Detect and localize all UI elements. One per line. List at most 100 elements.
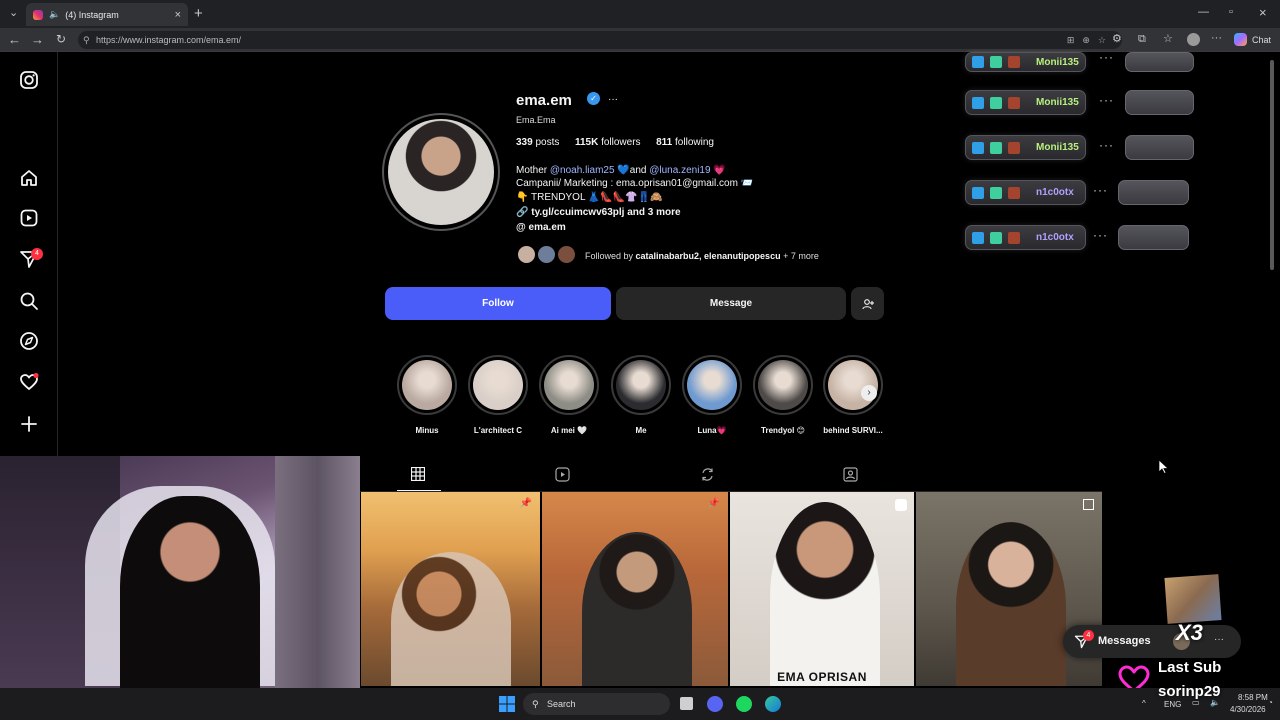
post-tile[interactable]: 📌: [542, 492, 728, 686]
highlight-item[interactable]: Ai mei 🤍: [539, 355, 599, 435]
page-scrollbar[interactable]: [1270, 60, 1274, 270]
taskbar-search-label: Search: [547, 699, 576, 709]
forward-icon[interactable]: →: [31, 33, 44, 46]
tab-reels-icon[interactable]: [555, 467, 570, 482]
bio-text: 💗: [710, 165, 726, 176]
extensions-icon[interactable]: ⚙: [1112, 34, 1122, 45]
language-indicator[interactable]: ENG: [1164, 700, 1181, 709]
bio-line-1: Mother @noah.liam25 💙and @luna.zeni19 💗: [516, 165, 726, 176]
dots-icon: ···: [1099, 93, 1114, 107]
followers-link[interactable]: 115K followers: [575, 137, 641, 148]
copilot-icon[interactable]: [1234, 33, 1247, 46]
tab-posts-grid-icon[interactable]: [411, 467, 425, 481]
back-icon[interactable]: ←: [8, 33, 21, 46]
bio-line-3: 👇 TRENDYOL 👗👠👠👚👖🙈: [516, 192, 663, 203]
new-tab-icon[interactable]: +: [194, 6, 203, 21]
site-info-icon[interactable]: ⚲: [83, 31, 90, 49]
profile-avatar-icon[interactable]: [1187, 33, 1200, 46]
threads-link[interactable]: ema.em: [529, 222, 566, 233]
webcam-curtain: [275, 456, 360, 688]
highlight-item[interactable]: L'architect C: [468, 355, 528, 435]
following-link[interactable]: 811 following: [656, 137, 714, 148]
highlight-label: Luna💗: [697, 426, 727, 435]
browser-address-bar: ← → ↻ ⚲ https://www.instagram.com/ema.em…: [0, 28, 1280, 52]
tab-reposts-icon[interactable]: [700, 467, 715, 482]
mention-link-1[interactable]: @noah.liam25: [550, 165, 615, 176]
taskbar-search[interactable]: ⚲ Search: [523, 693, 670, 715]
followed-by-avatars[interactable]: [516, 244, 580, 266]
sub-alert-pill: Monii135: [965, 135, 1086, 160]
messages-bar[interactable]: 4 Messages ···: [1063, 625, 1241, 658]
active-tab-indicator: [397, 490, 441, 491]
refresh-icon[interactable]: ↻: [56, 33, 66, 45]
overlay-badge-icon: [972, 186, 984, 199]
post-tile[interactable]: 📌: [361, 492, 540, 686]
followed-by-text[interactable]: Followed by catalinabarbu2, elenanutipop…: [585, 251, 819, 261]
highlight-item[interactable]: Trendyol 😊: [753, 355, 813, 435]
suggested-users-button[interactable]: [851, 287, 884, 320]
highlight-ring: [823, 355, 883, 415]
mouse-cursor-icon: [1159, 460, 1169, 474]
maximize-icon[interactable]: ▫: [1229, 7, 1233, 18]
highlight-ring: [611, 355, 671, 415]
edge-icon[interactable]: [765, 696, 781, 712]
highlight-item[interactable]: Me: [611, 355, 671, 435]
profile-options-button[interactable]: ···: [608, 94, 618, 105]
sub-alert-pill: Monii135: [965, 90, 1086, 115]
overlay-badge-icon: [990, 231, 1002, 244]
highlight-cover: [687, 360, 737, 410]
instagram-logo-icon[interactable]: [19, 70, 39, 90]
overlay-badge-icon: [1008, 141, 1020, 154]
close-window-icon[interactable]: ×: [1259, 6, 1267, 19]
spotify-icon[interactable]: [736, 696, 752, 712]
tray-overflow-icon[interactable]: ^: [1142, 699, 1146, 708]
sub-name: Monii135: [1036, 142, 1079, 153]
reels-icon[interactable]: [19, 208, 39, 228]
threads-row[interactable]: @ ema.em: [516, 222, 566, 233]
tab-tagged-icon[interactable]: [843, 467, 858, 482]
url-field[interactable]: ⚲ https://www.instagram.com/ema.em/ ⊞⊕☆: [78, 31, 1122, 49]
tab-close-icon[interactable]: ×: [175, 9, 181, 21]
highlight-item[interactable]: Minus: [397, 355, 457, 435]
favorites-icon[interactable]: ☆: [1163, 34, 1173, 45]
message-button[interactable]: Message: [616, 287, 846, 320]
search-icon[interactable]: [19, 291, 39, 311]
last-sub-name: sorinp29: [1158, 683, 1221, 700]
post-tile[interactable]: EMA OPRISAN: [730, 492, 914, 686]
discord-icon[interactable]: [707, 696, 723, 712]
sub-name: n1c0otx: [1036, 187, 1074, 198]
last-sub-label: Last Sub: [1158, 659, 1222, 676]
mention-link-2[interactable]: @luna.zeni19: [649, 165, 710, 176]
notifications-icon[interactable]: [19, 372, 39, 392]
task-view-icon[interactable]: [680, 697, 693, 710]
explore-icon[interactable]: [19, 331, 39, 351]
tab-audio-icon[interactable]: 🔈: [49, 9, 60, 20]
windows-start-icon[interactable]: [499, 696, 515, 712]
create-icon[interactable]: [19, 414, 39, 434]
chat-button[interactable]: Chat: [1252, 35, 1271, 45]
messages-more-icon[interactable]: ···: [1214, 634, 1224, 645]
clock-time[interactable]: 8:58 PM: [1238, 693, 1268, 702]
highlight-label: Minus: [415, 426, 439, 435]
dots-icon: ···: [1093, 228, 1108, 242]
follower-avatar: [536, 244, 557, 265]
home-icon[interactable]: [19, 168, 39, 188]
profile-avatar[interactable]: [388, 119, 494, 225]
tab-actions-chevron-icon[interactable]: ⌄: [9, 8, 18, 19]
profile-username: ema.em: [516, 92, 572, 109]
profile-link[interactable]: ty.gl/ccuimcwv63plj and 3 more: [531, 207, 680, 218]
notification-center-icon[interactable]: ◔: [1268, 698, 1273, 707]
profile-link-row[interactable]: 🔗 ty.gl/ccuimcwv63plj and 3 more: [516, 207, 681, 218]
url-actions-icons: ⊞⊕☆: [1066, 35, 1114, 45]
followed-by-more: + 7 more: [780, 251, 819, 261]
split-screen-icon[interactable]: ⧉: [1138, 34, 1146, 45]
overlay-toggle: [1125, 52, 1194, 72]
dots-icon: ···: [1099, 50, 1114, 64]
settings-more-icon[interactable]: ···: [1211, 33, 1222, 44]
clock-date[interactable]: 4/30/2026: [1230, 705, 1266, 714]
highlight-item[interactable]: Luna💗: [682, 355, 742, 435]
highlights-next-icon[interactable]: ›: [861, 385, 877, 401]
follow-button[interactable]: Follow: [385, 287, 611, 320]
minimize-icon[interactable]: —: [1198, 7, 1209, 18]
browser-tab-instagram[interactable]: 🔈 (4) Instagram ×: [26, 3, 188, 26]
